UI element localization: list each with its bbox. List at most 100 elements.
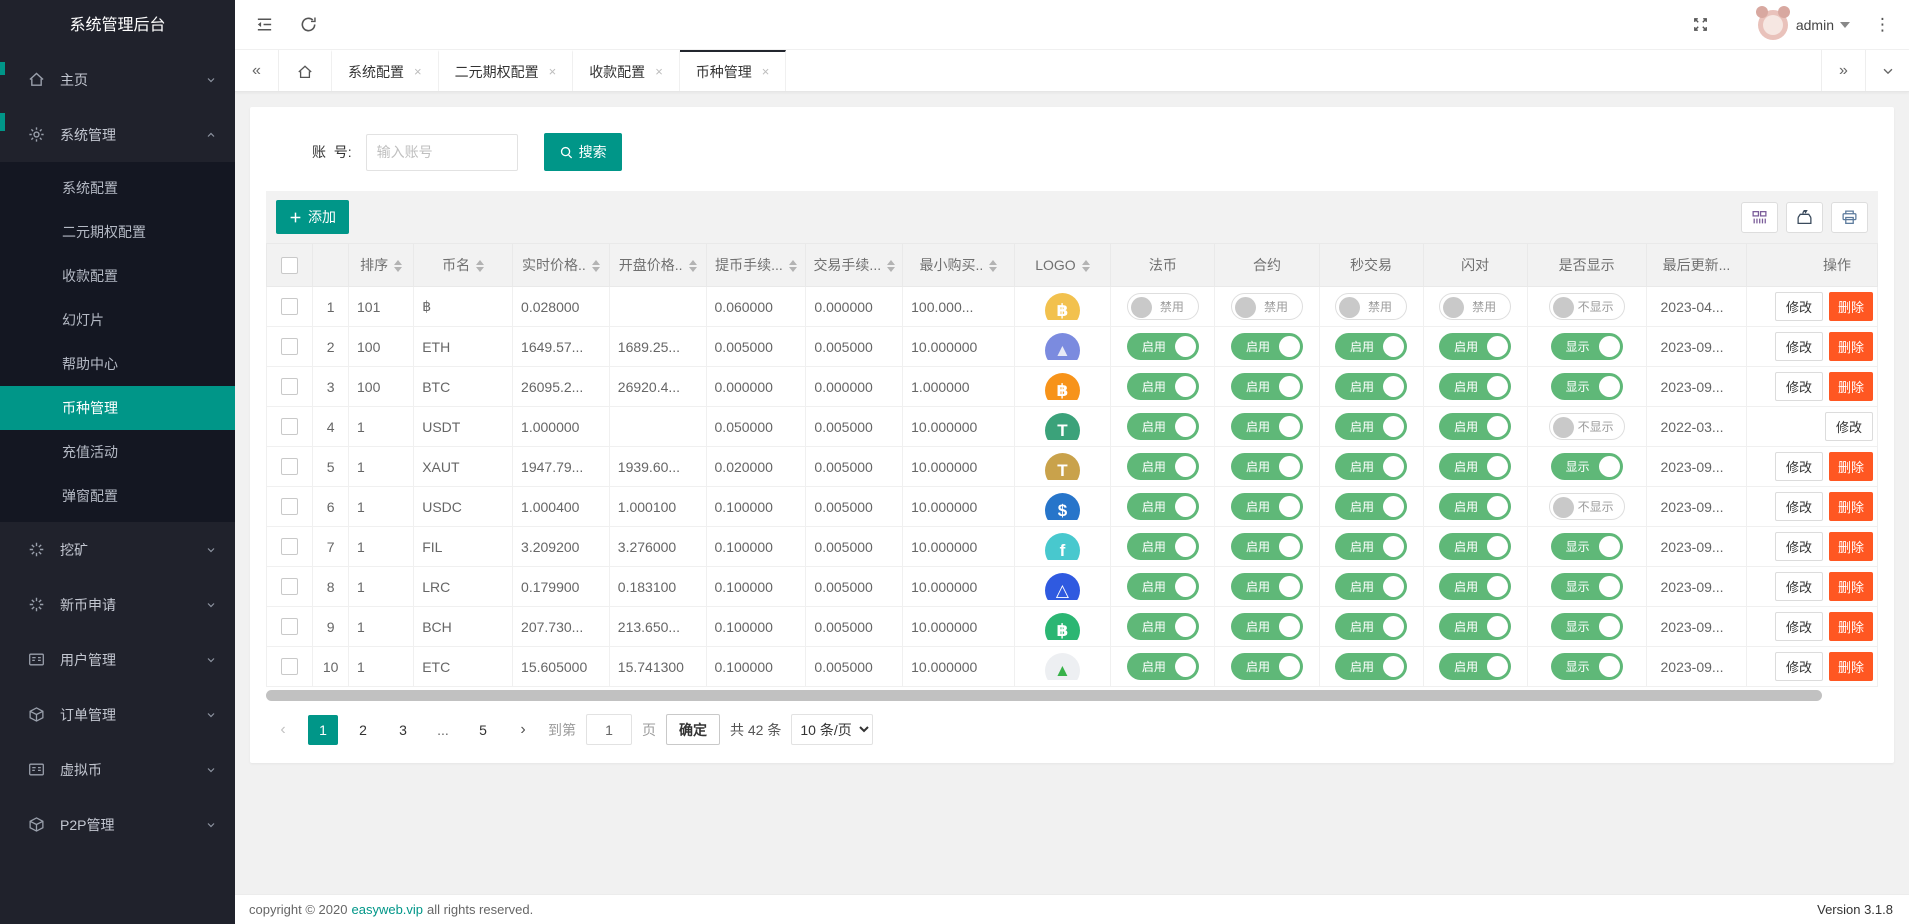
row-checkbox[interactable] <box>281 338 299 356</box>
visible-toggle[interactable]: 显示 <box>1550 453 1623 480</box>
seconds-trade-toggle[interactable]: 启用 <box>1335 573 1408 600</box>
edit-button[interactable]: 修改 <box>1774 532 1823 561</box>
column-header[interactable]: 开盘价格.. <box>608 243 707 287</box>
sidebar-item-new-coin[interactable]: 新币申请 <box>0 577 235 632</box>
fiat-toggle[interactable]: 启用 <box>1126 333 1199 360</box>
visible-toggle[interactable]: 显示 <box>1550 653 1623 680</box>
edit-button[interactable]: 修改 <box>1774 492 1823 521</box>
search-button[interactable]: 搜索 <box>543 133 622 171</box>
close-tab-icon[interactable]: × <box>762 64 770 79</box>
contract-toggle[interactable]: 启用 <box>1230 493 1303 520</box>
flash-swap-toggle[interactable]: 启用 <box>1439 373 1512 400</box>
row-checkbox[interactable] <box>281 658 299 676</box>
flash-swap-toggle[interactable]: 启用 <box>1439 533 1512 560</box>
column-header[interactable]: 交易手续... <box>805 243 904 287</box>
row-checkbox[interactable] <box>281 578 299 596</box>
flash-swap-toggle[interactable]: 启用 <box>1439 493 1512 520</box>
edit-button[interactable]: 修改 <box>1774 652 1823 681</box>
close-tab-icon[interactable]: × <box>655 64 663 79</box>
sidebar-subitem-active[interactable]: 币种管理 <box>0 386 235 430</box>
seconds-trade-toggle[interactable]: 启用 <box>1335 493 1408 520</box>
row-checkbox[interactable] <box>281 298 299 316</box>
seconds-trade-toggle[interactable]: 启用 <box>1335 653 1408 680</box>
sidebar-subitem[interactable]: 充值活动 <box>0 430 235 474</box>
fiat-toggle[interactable]: 启用 <box>1126 413 1199 440</box>
tabs-scroll-right-icon[interactable]: » <box>1821 50 1865 91</box>
seconds-trade-toggle[interactable]: 启用 <box>1335 533 1408 560</box>
row-checkbox[interactable] <box>281 458 299 476</box>
sort-icon[interactable] <box>394 260 403 273</box>
tab-item[interactable]: 系统配置 × <box>332 50 439 91</box>
fiat-toggle[interactable]: 启用 <box>1126 613 1199 640</box>
sidebar-subitem[interactable]: 收款配置 <box>0 254 235 298</box>
visible-toggle[interactable]: 显示 <box>1550 373 1623 400</box>
sort-icon[interactable] <box>1081 260 1090 273</box>
visible-toggle[interactable]: 显示 <box>1550 333 1623 360</box>
fiat-toggle[interactable]: 启用 <box>1126 493 1199 520</box>
contract-toggle[interactable]: 禁用 <box>1230 293 1303 320</box>
fiat-toggle[interactable]: 启用 <box>1126 373 1199 400</box>
seconds-trade-toggle[interactable]: 启用 <box>1335 373 1408 400</box>
visible-toggle[interactable]: 显示 <box>1550 613 1623 640</box>
flash-swap-toggle[interactable]: 禁用 <box>1439 293 1512 320</box>
edit-button[interactable]: 修改 <box>1774 292 1823 321</box>
sidebar-item-users[interactable]: 用户管理 <box>0 632 235 687</box>
column-header[interactable]: 提币手续... <box>705 243 807 287</box>
sidebar-subitem[interactable]: 帮助中心 <box>0 342 235 386</box>
visible-toggle[interactable]: 显示 <box>1550 533 1623 560</box>
edit-button[interactable]: 修改 <box>1774 372 1823 401</box>
add-button[interactable]: 添加 <box>276 200 349 234</box>
column-header[interactable]: 实时价格.. <box>512 243 610 287</box>
jump-confirm-button[interactable]: 确定 <box>666 714 720 745</box>
column-header[interactable]: 排序 <box>348 243 415 287</box>
seconds-trade-toggle[interactable]: 启用 <box>1335 333 1408 360</box>
flash-swap-toggle[interactable]: 启用 <box>1439 653 1512 680</box>
fullscreen-icon[interactable] <box>1690 14 1712 36</box>
tab-home-icon[interactable] <box>279 50 332 91</box>
delete-button[interactable]: 删除 <box>1828 572 1873 601</box>
column-header[interactable]: 最小购买.. <box>902 243 1015 287</box>
sidebar-item-home[interactable]: 主页 <box>0 52 235 107</box>
flash-swap-toggle[interactable]: 启用 <box>1439 573 1512 600</box>
contract-toggle[interactable]: 启用 <box>1230 413 1303 440</box>
delete-button[interactable]: 删除 <box>1828 492 1873 521</box>
page-size-select[interactable]: 10 条/页 <box>791 714 874 745</box>
close-tab-icon[interactable]: × <box>549 64 557 79</box>
page-button-active[interactable]: 1 <box>308 714 338 745</box>
sort-icon[interactable] <box>476 260 485 273</box>
sort-icon[interactable] <box>989 260 998 273</box>
sidebar-subitem[interactable]: 系统配置 <box>0 166 235 210</box>
seconds-trade-toggle[interactable]: 启用 <box>1335 453 1408 480</box>
edit-button[interactable]: 修改 <box>1824 412 1873 441</box>
tab-item[interactable]: 收款配置 × <box>573 50 680 91</box>
seconds-trade-toggle[interactable]: 启用 <box>1335 413 1408 440</box>
flash-swap-toggle[interactable]: 启用 <box>1439 613 1512 640</box>
contract-toggle[interactable]: 启用 <box>1230 653 1303 680</box>
contract-toggle[interactable]: 启用 <box>1230 533 1303 560</box>
fiat-toggle[interactable]: 启用 <box>1126 533 1199 560</box>
visible-toggle[interactable]: 不显示 <box>1548 293 1625 320</box>
avatar[interactable] <box>1755 5 1790 40</box>
edit-button[interactable]: 修改 <box>1774 612 1823 641</box>
visible-toggle[interactable]: 显示 <box>1550 573 1623 600</box>
visible-toggle[interactable]: 不显示 <box>1548 493 1625 520</box>
account-input[interactable] <box>365 133 518 171</box>
tabs-dropdown-icon[interactable] <box>1865 50 1909 91</box>
flash-swap-toggle[interactable]: 启用 <box>1439 333 1512 360</box>
sidebar-item-mining[interactable]: 挖矿 <box>0 522 235 577</box>
sidebar-item-virtual-coin[interactable]: 虚拟币 <box>0 742 235 797</box>
fiat-toggle[interactable]: 启用 <box>1126 653 1199 680</box>
page-button[interactable]: 2 <box>348 715 378 745</box>
row-checkbox[interactable] <box>281 418 299 436</box>
row-checkbox[interactable] <box>281 538 299 556</box>
edit-button[interactable]: 修改 <box>1774 332 1823 361</box>
delete-button[interactable]: 删除 <box>1828 652 1873 681</box>
print-button[interactable] <box>1831 201 1868 233</box>
contract-toggle[interactable]: 启用 <box>1230 333 1303 360</box>
columns-toggle-button[interactable] <box>1741 201 1778 233</box>
row-checkbox[interactable] <box>281 378 299 396</box>
close-tab-icon[interactable]: × <box>414 64 422 79</box>
contract-toggle[interactable]: 启用 <box>1230 453 1303 480</box>
footer-link[interactable]: easyweb.vip <box>351 902 423 917</box>
row-checkbox[interactable] <box>281 618 299 636</box>
